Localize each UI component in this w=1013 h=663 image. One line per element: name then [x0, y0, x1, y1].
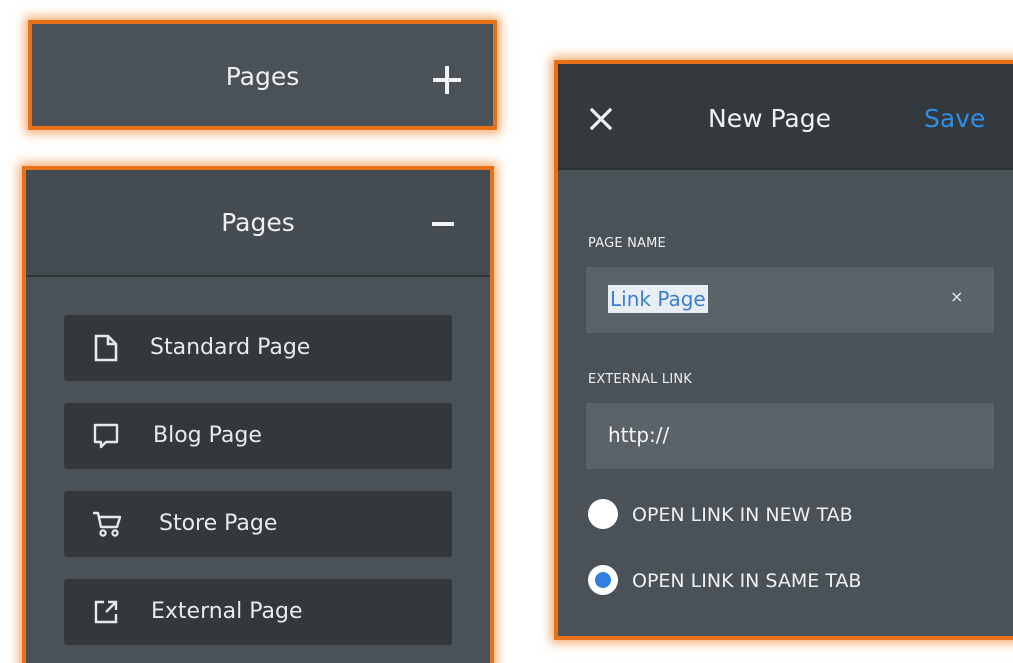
open-same-tab-label: OPEN LINK IN SAME TAB — [632, 570, 862, 592]
pages-panel-expanded: Pages Standard Page Blog Page Store Page… — [22, 166, 494, 663]
page-name-field[interactable]: Link Page × — [586, 267, 994, 333]
document-icon — [92, 334, 120, 362]
store-page-label: Store Page — [159, 511, 278, 536]
external-link-field[interactable]: http:// — [586, 403, 994, 469]
page-name-value: Link Page — [608, 285, 708, 313]
standard-page-label: Standard Page — [150, 335, 311, 360]
store-page-button[interactable]: Store Page — [64, 491, 452, 557]
minus-icon[interactable] — [426, 206, 462, 242]
save-button[interactable]: Save — [924, 104, 985, 133]
pages-panel-collapsed: Pages — [28, 20, 497, 130]
close-icon[interactable] — [588, 106, 614, 132]
blog-page-button[interactable]: Blog Page — [64, 403, 452, 469]
pages-panel-title: Pages — [221, 208, 295, 237]
open-new-tab-label: OPEN LINK IN NEW TAB — [632, 504, 853, 526]
pages-panel-title: Pages — [225, 62, 300, 91]
speech-bubble-icon — [92, 422, 120, 450]
radio-button[interactable] — [588, 499, 618, 529]
plus-icon[interactable] — [427, 60, 467, 100]
external-page-button[interactable]: External Page — [64, 579, 452, 645]
external-link-value: http:// — [608, 423, 670, 447]
external-link-label: EXTERNAL LINK — [588, 372, 692, 387]
screenshot-stage: Pages Pages Standard Page Blog Page Stor… — [0, 0, 1013, 663]
standard-page-button[interactable]: Standard Page — [64, 315, 452, 381]
external-page-label: External Page — [151, 599, 303, 624]
new-page-header: New Page Save — [558, 64, 1013, 170]
blog-page-label: Blog Page — [153, 423, 262, 448]
page-name-label: PAGE NAME — [588, 236, 666, 251]
cart-icon — [92, 510, 122, 538]
external-link-icon — [92, 598, 120, 626]
new-page-panel: New Page Save PAGE NAME Link Page × EXTE… — [554, 60, 1013, 640]
new-page-title: New Page — [708, 104, 831, 133]
pages-panel-header: Pages — [26, 170, 490, 277]
clear-input-button[interactable]: × — [950, 287, 963, 306]
radio-button-checked[interactable] — [588, 565, 618, 595]
